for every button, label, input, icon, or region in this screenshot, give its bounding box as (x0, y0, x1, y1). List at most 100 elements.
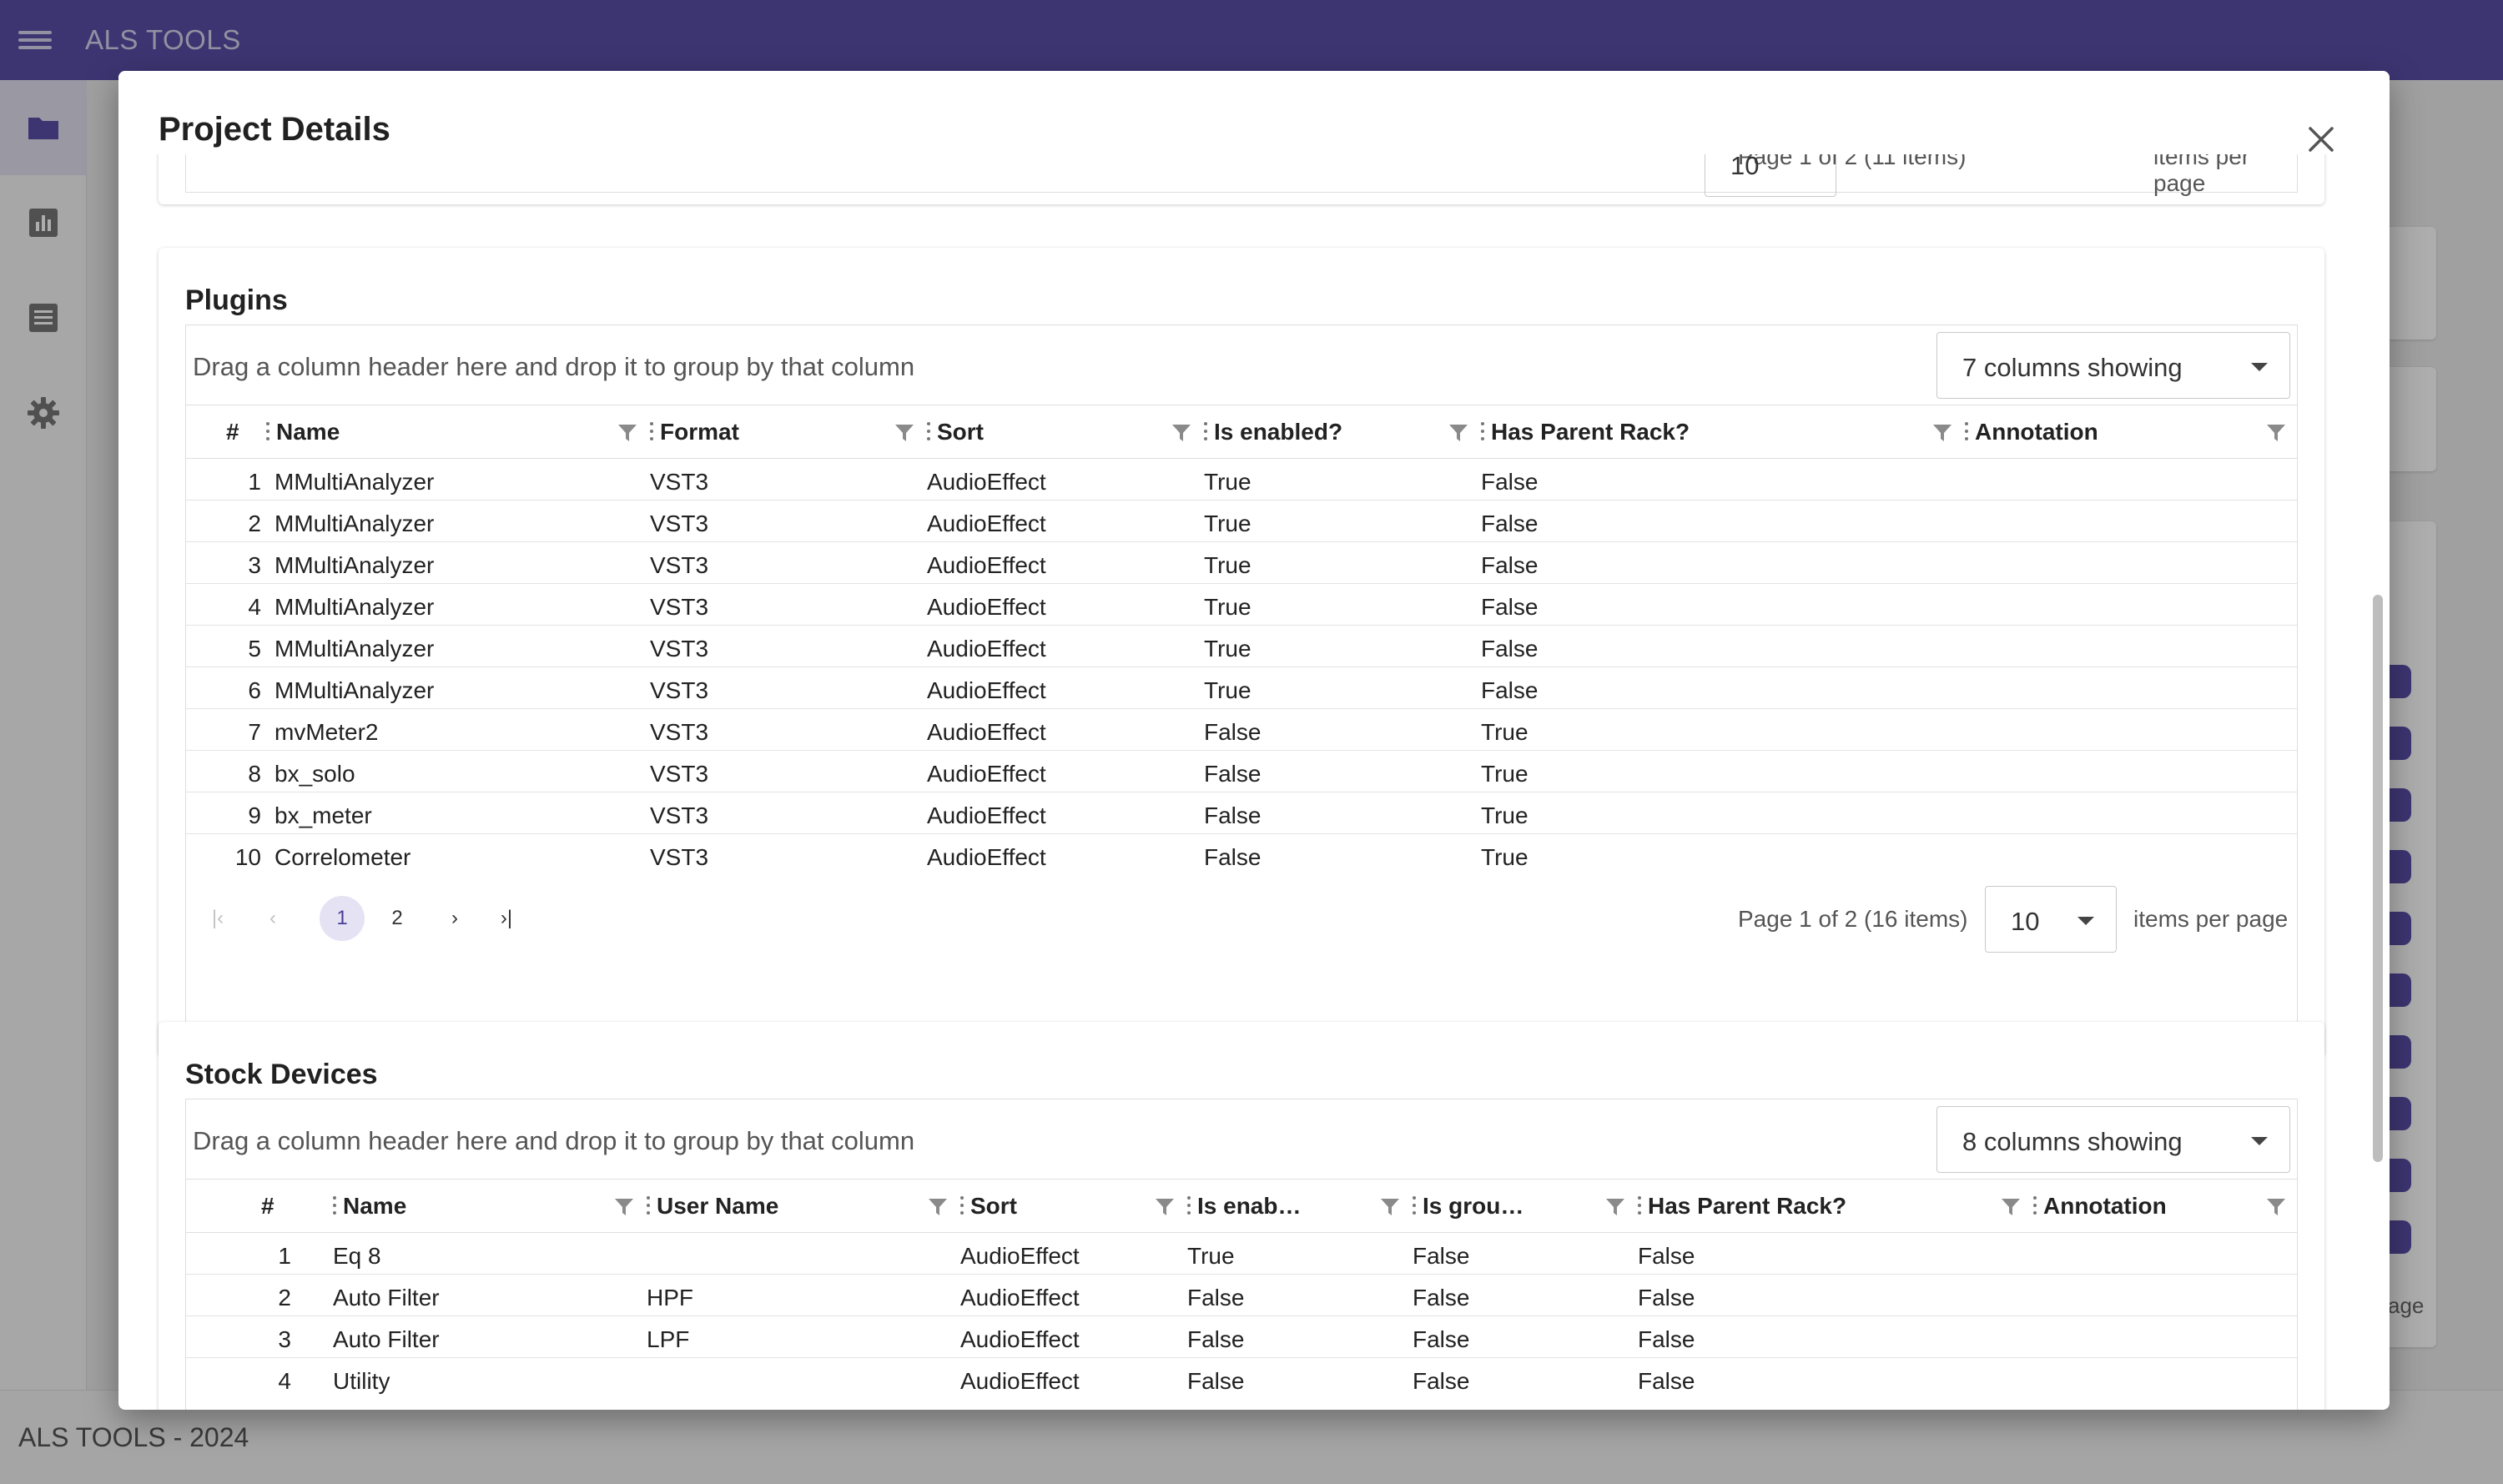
column-drag-handle[interactable] (1413, 1196, 1416, 1215)
column-drag-handle[interactable] (333, 1196, 336, 1215)
plugins-row[interactable]: 5 MMultiAnalyzer VST3 AudioEffect True False (186, 626, 2297, 667)
stock-header-0[interactable]: # (216, 1180, 333, 1233)
dialog-content[interactable]: Page 1 of 2 (11 items) 10 items per page… (118, 71, 2390, 1410)
stock-cell-n: 2 (278, 1285, 291, 1310)
filter-icon[interactable] (927, 1196, 949, 1218)
plugins-group-panel[interactable]: Drag a column header here and drop it to… (186, 325, 2297, 405)
plugins-row[interactable]: 3 MMultiAnalyzer VST3 AudioEffect True False (186, 542, 2297, 584)
plugins-body: 1 MMultiAnalyzer VST3 AudioEffect True False 2… (186, 459, 2297, 876)
stock-header-5[interactable]: Is grou… (1413, 1180, 1638, 1233)
filter-icon[interactable] (894, 422, 915, 444)
plugins-header-4[interactable]: Is enabled? (1204, 405, 1481, 459)
stock-header-4[interactable]: Is enab… (1187, 1180, 1413, 1233)
stock-group-panel[interactable]: Drag a column header here and drop it to… (186, 1099, 2297, 1180)
chevron-down-icon (2251, 363, 2268, 371)
column-drag-handle[interactable] (650, 422, 653, 440)
stock-cell-sort: AudioEffect (960, 1285, 1080, 1310)
prev-page-icon[interactable]: ‹ (259, 896, 286, 941)
stock-columns-dropdown[interactable]: 8 columns showing (1936, 1106, 2290, 1173)
stock-group-hint: Drag a column header here and drop it to… (193, 1126, 915, 1155)
stock-header-6[interactable]: Has Parent Rack? (1638, 1180, 2033, 1233)
filter-icon[interactable] (1448, 422, 1469, 444)
close-button[interactable] (2296, 114, 2346, 164)
filter-icon[interactable] (613, 1196, 635, 1218)
plugins-cell-sort: AudioEffect (927, 761, 1046, 787)
plugins-header-3[interactable]: Sort (927, 405, 1204, 459)
filter-icon[interactable] (1171, 422, 1192, 444)
plugins-row[interactable]: 4 MMultiAnalyzer VST3 AudioEffect True False (186, 584, 2297, 626)
plugins-page-size-dropdown[interactable]: 10 (1985, 886, 2117, 953)
plugins-header-6[interactable]: Annotation (1965, 405, 2299, 459)
plugins-row[interactable]: 1 MMultiAnalyzer VST3 AudioEffect True False (186, 459, 2297, 501)
plugins-columns-dropdown[interactable]: 7 columns showing (1936, 332, 2290, 399)
column-drag-handle[interactable] (927, 422, 930, 440)
filter-icon[interactable] (1379, 1196, 1401, 1218)
first-page-icon[interactable]: |‹ (204, 896, 231, 941)
plugins-header-0[interactable]: # (216, 405, 266, 459)
plugins-header-2[interactable]: Format (650, 405, 927, 459)
page-button-1[interactable]: 1 (320, 896, 365, 941)
column-drag-handle[interactable] (1965, 422, 1968, 440)
plugins-cell-name: bx_solo (274, 761, 355, 787)
plugins-cell-format: VST3 (650, 552, 709, 578)
stock-header-2[interactable]: User Name (647, 1180, 960, 1233)
stock-row[interactable]: 4 Utility AudioEffect False False False (186, 1358, 2297, 1400)
filter-icon[interactable] (1604, 1196, 1626, 1218)
column-drag-handle[interactable] (2033, 1196, 2037, 1215)
plugins-cell-n: 5 (248, 636, 261, 662)
stock-row[interactable]: 2 Auto Filter HPF AudioEffect False False Fals… (186, 1275, 2297, 1316)
next-page-icon[interactable]: › (441, 896, 468, 941)
filter-icon[interactable] (2265, 1196, 2287, 1218)
stock-row[interactable]: 1 Eq 8 AudioEffect True False False (186, 1233, 2297, 1275)
page-button-2[interactable]: 2 (375, 896, 420, 941)
filter-icon[interactable] (617, 422, 638, 444)
plugins-cell-name: MMultiAnalyzer (274, 636, 435, 662)
stock-devices-title: Stock Devices (185, 1059, 378, 1090)
close-icon (2309, 127, 2334, 152)
column-drag-handle[interactable] (266, 422, 269, 440)
filter-icon[interactable] (1154, 1196, 1176, 1218)
filter-icon[interactable] (1931, 422, 1953, 444)
plugins-row[interactable]: 7 mvMeter2 VST3 AudioEffect False True (186, 709, 2297, 751)
column-drag-handle[interactable] (1204, 422, 1207, 440)
plugins-cell-n: 1 (248, 469, 261, 495)
plugins-cell-n: 6 (248, 677, 261, 703)
plugins-cell-n: 8 (248, 761, 261, 787)
plugins-row[interactable]: 10 Correlometer VST3 AudioEffect False True (186, 834, 2297, 876)
plugins-cell-format: VST3 (650, 677, 709, 703)
filter-icon[interactable] (2265, 422, 2287, 444)
filter-icon[interactable] (2000, 1196, 2022, 1218)
stock-header-label: Name (343, 1193, 407, 1219)
stock-header-1[interactable]: Name (333, 1180, 647, 1233)
last-page-icon[interactable]: ›| (493, 896, 520, 941)
stock-header-3[interactable]: Sort (960, 1180, 1187, 1233)
dialog-scrollbar[interactable] (2373, 595, 2383, 1162)
plugins-cell-n: 4 (248, 594, 261, 620)
stock-cell-sort: AudioEffect (960, 1243, 1080, 1269)
stock-cell-sort: AudioEffect (960, 1368, 1080, 1394)
plugins-row[interactable]: 8 bx_solo VST3 AudioEffect False True (186, 751, 2297, 792)
plugins-cell-enabled: True (1204, 511, 1252, 536)
stock-cell-grouped: False (1413, 1285, 1470, 1310)
plugins-cell-sort: AudioEffect (927, 469, 1046, 495)
stock-cell-n: 4 (278, 1368, 291, 1394)
column-drag-handle[interactable] (1187, 1196, 1191, 1215)
plugins-cell-name: MMultiAnalyzer (274, 511, 435, 536)
column-drag-handle[interactable] (647, 1196, 650, 1215)
plugins-row[interactable]: 2 MMultiAnalyzer VST3 AudioEffect True False (186, 501, 2297, 542)
column-drag-handle[interactable] (1481, 422, 1484, 440)
stock-header-label: Annotation (2043, 1193, 2167, 1219)
stock-header-label: User Name (657, 1193, 779, 1219)
plugins-cell-name: MMultiAnalyzer (274, 677, 435, 703)
stock-header-7[interactable]: Annotation (2033, 1180, 2299, 1233)
stock-cell-user: LPF (647, 1326, 690, 1352)
plugins-header-1[interactable]: Name (266, 405, 650, 459)
plugins-header-label: Sort (937, 419, 984, 445)
plugins-cell-enabled: True (1204, 469, 1252, 495)
plugins-header-5[interactable]: Has Parent Rack? (1481, 405, 1965, 459)
stock-row[interactable]: 3 Auto Filter LPF AudioEffect False False Fals… (186, 1316, 2297, 1358)
column-drag-handle[interactable] (960, 1196, 964, 1215)
plugins-row[interactable]: 9 bx_meter VST3 AudioEffect False True (186, 792, 2297, 834)
plugins-row[interactable]: 6 MMultiAnalyzer VST3 AudioEffect True False (186, 667, 2297, 709)
column-drag-handle[interactable] (1638, 1196, 1641, 1215)
